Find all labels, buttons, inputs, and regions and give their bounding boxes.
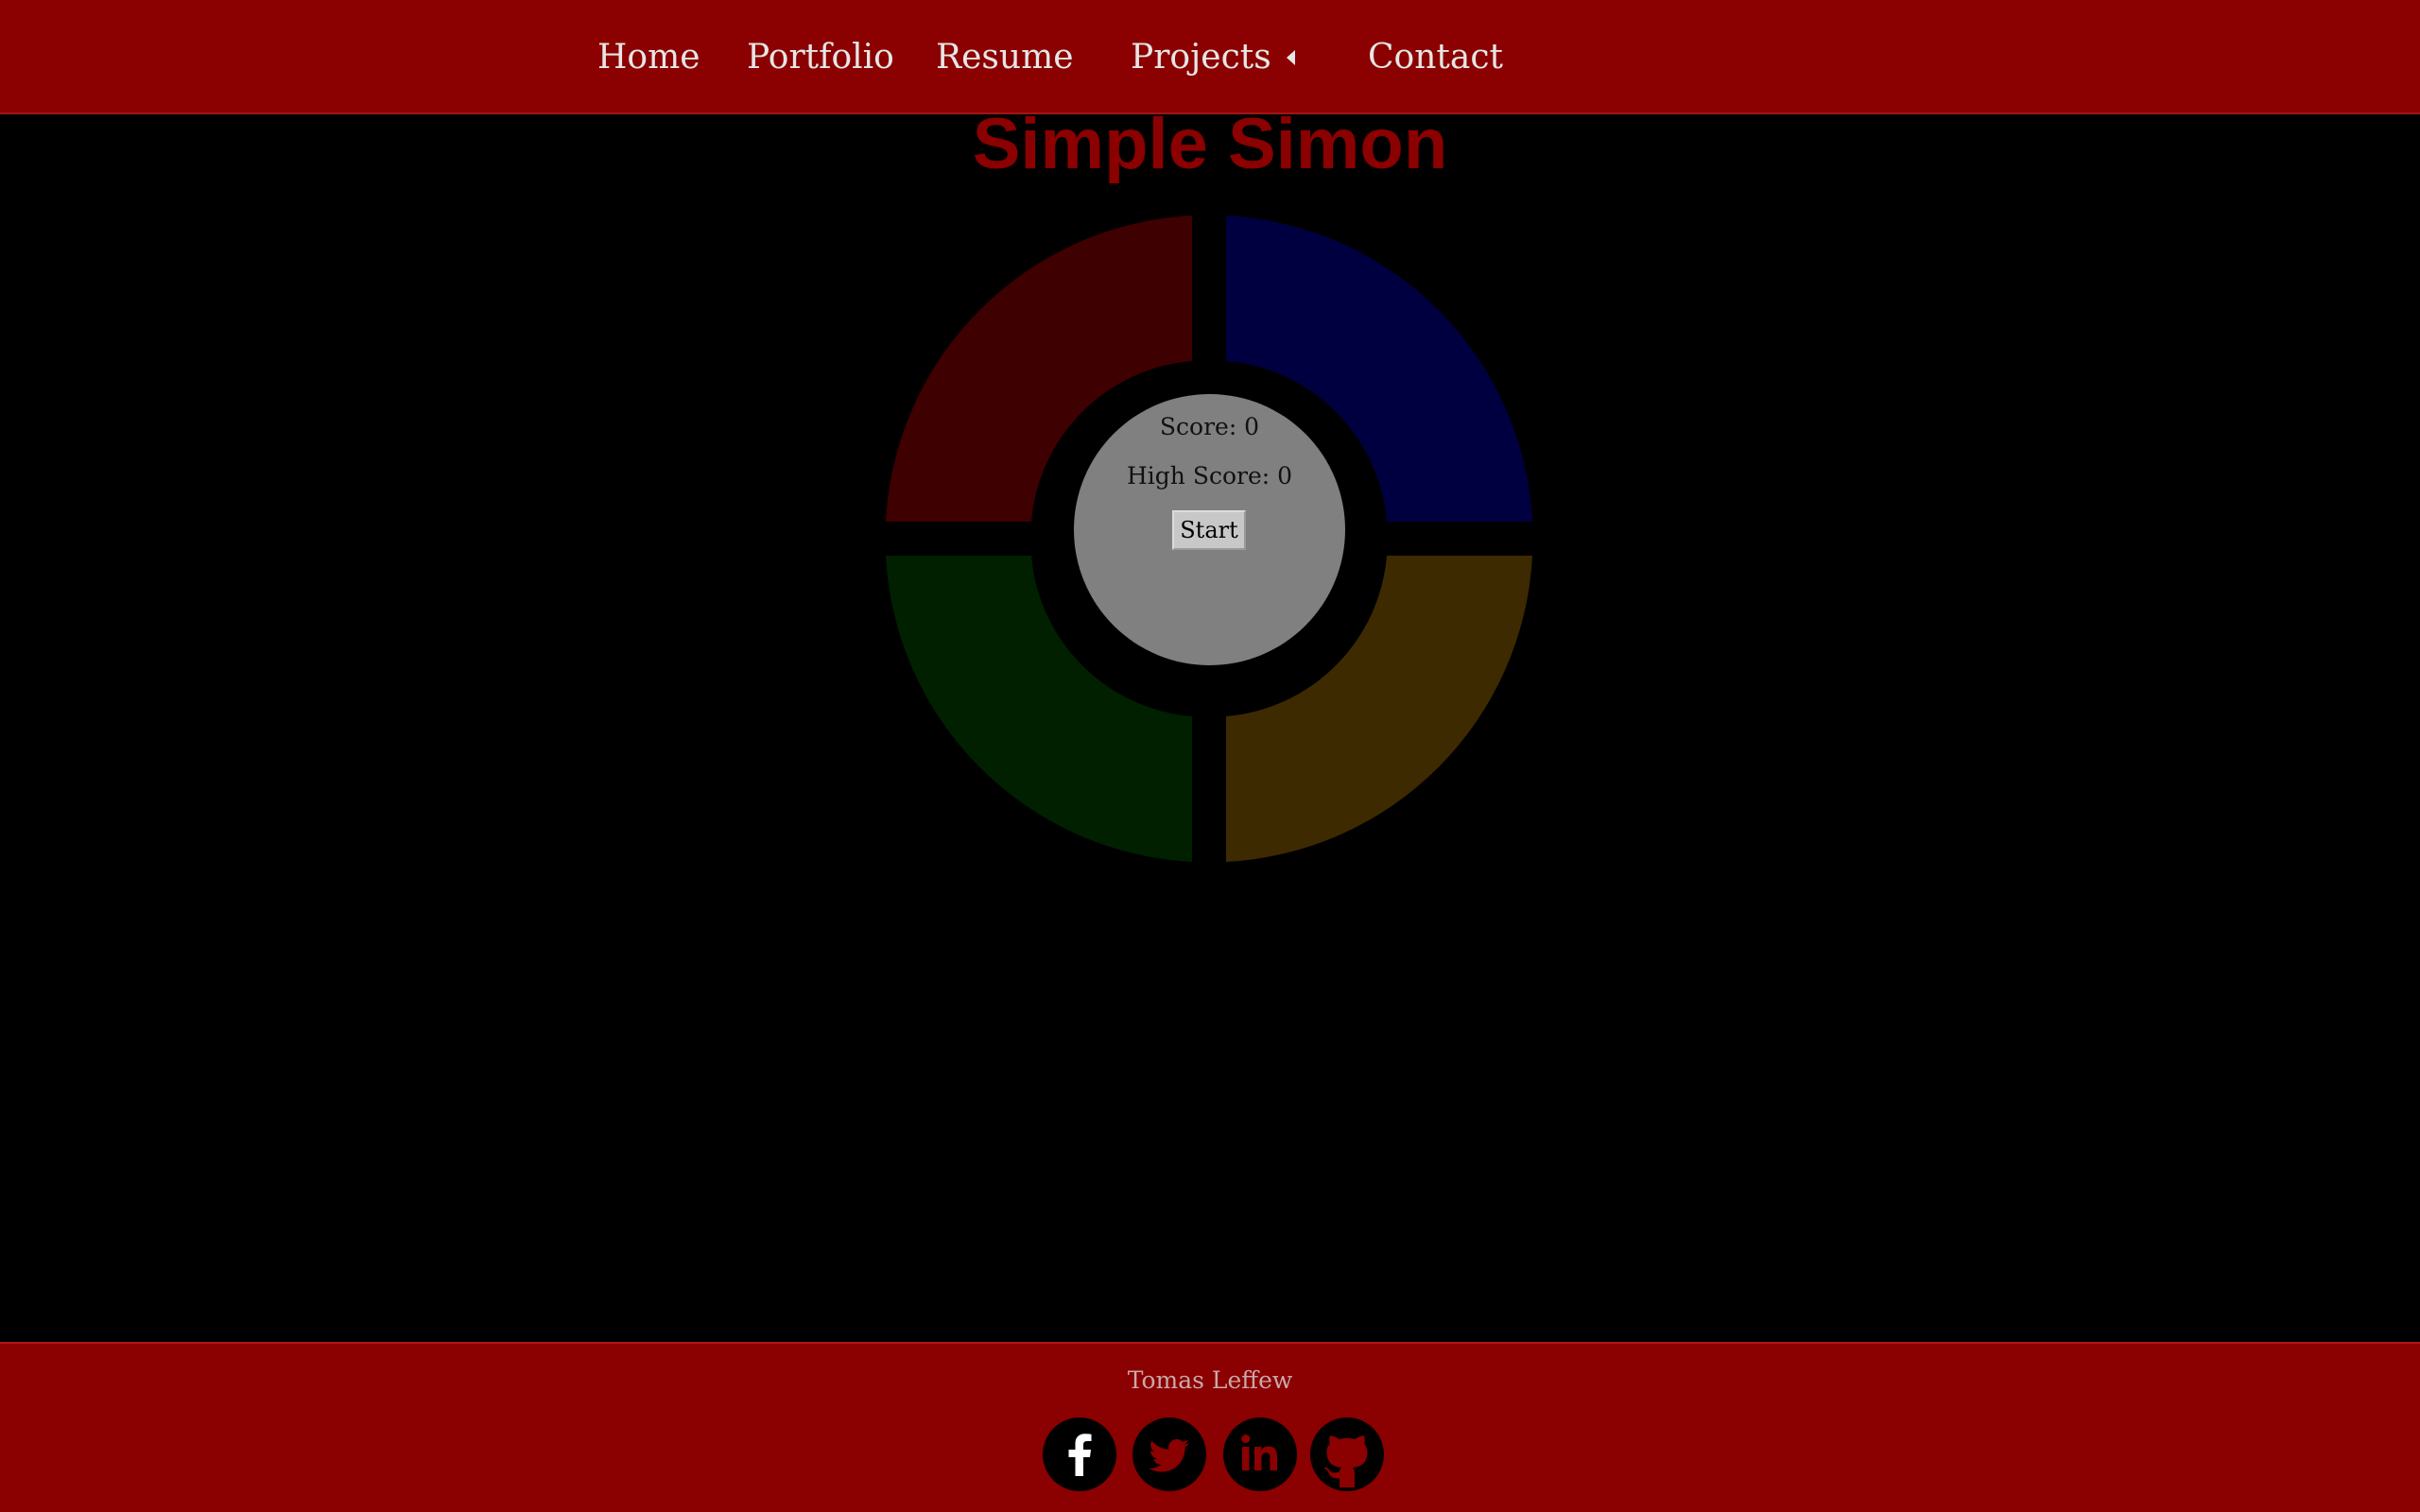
nav-projects-dropdown[interactable]: Projects	[1131, 34, 1295, 81]
footer-author-name: Tomas Leffew	[1127, 1366, 1293, 1394]
nav-home[interactable]: Home	[597, 34, 700, 81]
score-display: Score: 0	[1159, 413, 1260, 440]
start-button[interactable]: Start	[1172, 510, 1246, 550]
facebook-icon[interactable]	[1043, 1418, 1116, 1491]
nav-contact[interactable]: Contact	[1368, 34, 1503, 81]
nav-portfolio[interactable]: Portfolio	[747, 34, 894, 81]
caret-left-icon	[1286, 50, 1295, 65]
high-score-display: High Score: 0	[1126, 462, 1293, 490]
center-panel: Score: 0 High Score: 0 Start	[1074, 394, 1345, 665]
nav-resume[interactable]: Resume	[936, 34, 1074, 81]
twitter-icon[interactable]	[1132, 1418, 1206, 1491]
linkedin-icon[interactable]	[1223, 1418, 1297, 1491]
navbar: Home Portfolio Resume Projects Contact	[0, 0, 2420, 114]
page-title: Simple Simon	[972, 104, 1448, 184]
nav-projects-label: Projects	[1131, 38, 1271, 77]
github-icon[interactable]	[1310, 1418, 1384, 1491]
footer: Tomas Leffew	[0, 1342, 2420, 1512]
